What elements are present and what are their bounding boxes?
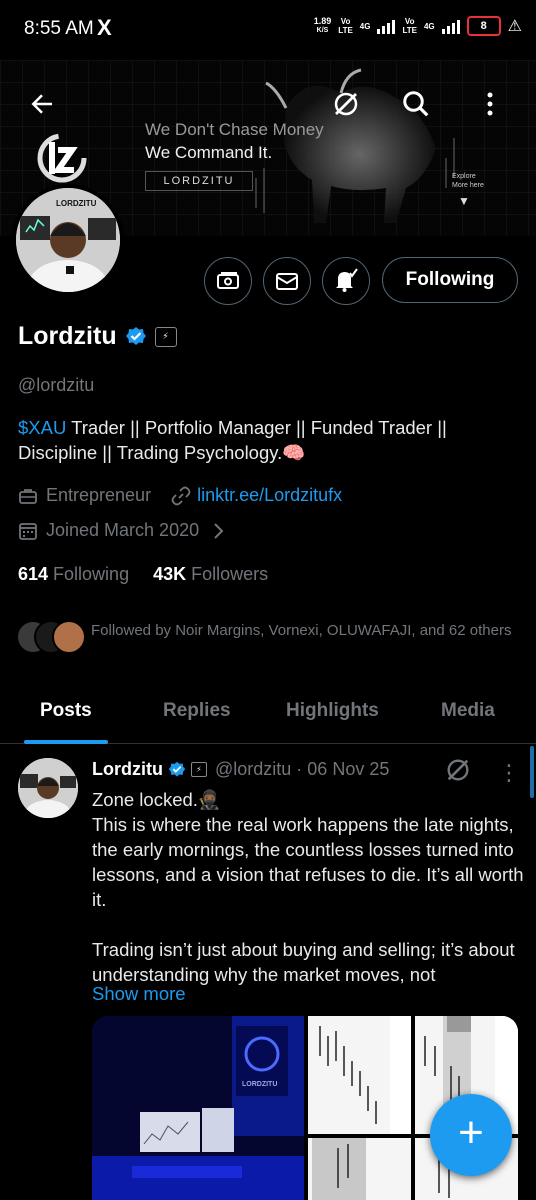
following-count: 614 bbox=[18, 564, 49, 584]
followers-count-link[interactable]: 43K Followers bbox=[153, 564, 268, 585]
affiliate-badge-icon: ⚡ bbox=[190, 762, 207, 777]
scrollbar-thumb[interactable] bbox=[530, 746, 534, 798]
more-options-button[interactable] bbox=[472, 86, 508, 122]
signal-icon bbox=[377, 18, 396, 34]
triangle-down-icon: ▼ bbox=[458, 194, 470, 208]
verified-badge-icon bbox=[168, 761, 186, 777]
network-type-2: 4G bbox=[424, 22, 435, 31]
back-button[interactable] bbox=[24, 86, 60, 122]
alert-icon: ⚠ bbox=[507, 18, 522, 35]
briefcase-icon bbox=[19, 488, 37, 504]
status-bar: 8:55 AM X 1.89 K/S Vo LTE 4G Vo LTE 4G 8… bbox=[0, 0, 536, 60]
banner-explore-line2: More here bbox=[452, 182, 484, 189]
bell-check-icon bbox=[336, 268, 358, 292]
more-vertical-icon bbox=[487, 92, 493, 116]
profile-handle: @lordzitu bbox=[18, 375, 95, 395]
post-avatar[interactable] bbox=[18, 758, 78, 818]
post-author-handle[interactable]: @lordzitu bbox=[215, 759, 291, 780]
search-icon bbox=[403, 91, 429, 117]
show-more-link[interactable]: Show more bbox=[92, 983, 186, 1005]
network-speed-unit: K/S bbox=[316, 27, 329, 34]
bio-text: Trader || Portfolio Manager || Funded Tr… bbox=[18, 417, 447, 463]
volte-2-top: Vo bbox=[404, 17, 415, 26]
avatar-image: LORDZITU bbox=[16, 188, 120, 292]
notifications-button[interactable] bbox=[322, 257, 370, 305]
battery-icon: 8 bbox=[466, 16, 501, 36]
money-icon bbox=[217, 272, 239, 289]
profile-meta-row-2[interactable]: Joined March 2020 bbox=[18, 520, 225, 541]
profile-avatar[interactable]: LORDZITU bbox=[12, 184, 124, 296]
back-arrow-icon bbox=[31, 94, 52, 114]
svg-text:LORDZITU: LORDZITU bbox=[242, 1081, 277, 1088]
post-more-icon[interactable]: ⋮ bbox=[498, 760, 520, 786]
tab-posts[interactable]: Posts bbox=[40, 700, 92, 722]
post-image-setup[interactable]: LORDZITU bbox=[92, 1016, 304, 1200]
tip-button[interactable] bbox=[204, 257, 252, 305]
volte-1-top: Vo bbox=[340, 17, 351, 26]
network-type-1: 4G bbox=[360, 22, 371, 31]
tab-media[interactable]: Media bbox=[441, 700, 495, 722]
volte-1-bottom: LTE bbox=[338, 26, 353, 35]
post-image-chart-3[interactable] bbox=[308, 1138, 411, 1200]
post-author-name[interactable]: Lordzitu bbox=[92, 759, 163, 780]
network-speed-value: 1.89 bbox=[313, 16, 332, 26]
grok-icon[interactable] bbox=[444, 756, 472, 784]
following-label: Following bbox=[53, 564, 130, 584]
volte-indicator-1: Vo LTE bbox=[338, 17, 353, 35]
x-app-icon: X bbox=[97, 15, 112, 40]
status-indicators: 1.89 K/S Vo LTE 4G Vo LTE 4G 8 ⚠ bbox=[314, 16, 522, 36]
profile-category: Entrepreneur bbox=[46, 485, 152, 505]
network-type-1-label: 4G bbox=[359, 21, 371, 31]
lordzitu-logo bbox=[37, 133, 87, 183]
mutual-avatar bbox=[52, 620, 86, 654]
grok-button[interactable] bbox=[328, 86, 364, 122]
calendar-icon bbox=[19, 522, 37, 540]
message-button[interactable] bbox=[263, 257, 311, 305]
followed-by-avatars[interactable] bbox=[16, 620, 86, 656]
followers-label: Followers bbox=[191, 564, 269, 584]
volte-indicator-2: Vo LTE bbox=[402, 17, 417, 35]
banner-tagline-1: We Don't Chase Money bbox=[145, 120, 324, 139]
bio-cashtag[interactable]: $XAU bbox=[18, 417, 66, 438]
grok-icon bbox=[334, 92, 358, 116]
banner-tagline-2: We Command It. bbox=[145, 143, 273, 162]
tab-active-indicator bbox=[24, 740, 108, 744]
post-text: Zone locked.🥷🏾 This is where the real wo… bbox=[92, 789, 524, 985]
affiliate-badge-icon[interactable]: ⚡ bbox=[154, 326, 177, 347]
volte-2-bottom: LTE bbox=[402, 26, 417, 35]
compose-post-button[interactable]: + bbox=[430, 1094, 512, 1176]
signal-icon-2 bbox=[441, 18, 460, 34]
post-header: Lordzitu ⚡ @lordzitu · 06 Nov 25 bbox=[92, 759, 389, 780]
post-image-chart-1[interactable] bbox=[308, 1016, 411, 1134]
tab-highlights[interactable]: Highlights bbox=[286, 700, 379, 722]
banner-explore: Explore More here bbox=[452, 172, 484, 190]
profile-bio: $XAU Trader || Portfolio Manager || Fund… bbox=[18, 415, 518, 465]
following-count-link[interactable]: 614 Following bbox=[18, 564, 129, 585]
chevron-right-icon bbox=[214, 522, 224, 539]
verified-badge-icon bbox=[125, 326, 146, 345]
profile-tabs: Posts Replies Highlights Media bbox=[0, 680, 536, 744]
banner-name-box: LORDZITU bbox=[145, 171, 253, 191]
tab-replies[interactable]: Replies bbox=[163, 700, 231, 722]
envelope-icon bbox=[276, 273, 298, 290]
followed-by-text[interactable]: Followed by Noir Margins, Vornexi, OLUWA… bbox=[91, 620, 521, 641]
profile-joined: Joined March 2020 bbox=[46, 520, 200, 540]
following-button[interactable]: Following bbox=[382, 257, 518, 303]
profile-name-row: Lordzitu ⚡ bbox=[18, 322, 177, 351]
network-type-2-label: 4G bbox=[423, 21, 435, 31]
post-date[interactable]: · 06 Nov 25 bbox=[296, 759, 389, 780]
profile-name: Lordzitu bbox=[18, 322, 117, 350]
follow-counts: 614 Following 43K Followers bbox=[18, 564, 268, 585]
link-icon bbox=[171, 486, 191, 505]
status-time: 8:55 AM bbox=[24, 18, 94, 39]
svg-text:LORDZITU: LORDZITU bbox=[56, 199, 97, 208]
followers-count: 43K bbox=[153, 564, 187, 584]
banner-explore-line1: Explore bbox=[452, 173, 476, 180]
profile-link[interactable]: linktr.ee/Lordzitufx bbox=[197, 485, 342, 506]
search-button[interactable] bbox=[398, 86, 434, 122]
profile-meta-row-1: Entrepreneur linktr.ee/Lordzitufx bbox=[18, 485, 342, 506]
network-speed: 1.89 K/S bbox=[314, 17, 332, 35]
